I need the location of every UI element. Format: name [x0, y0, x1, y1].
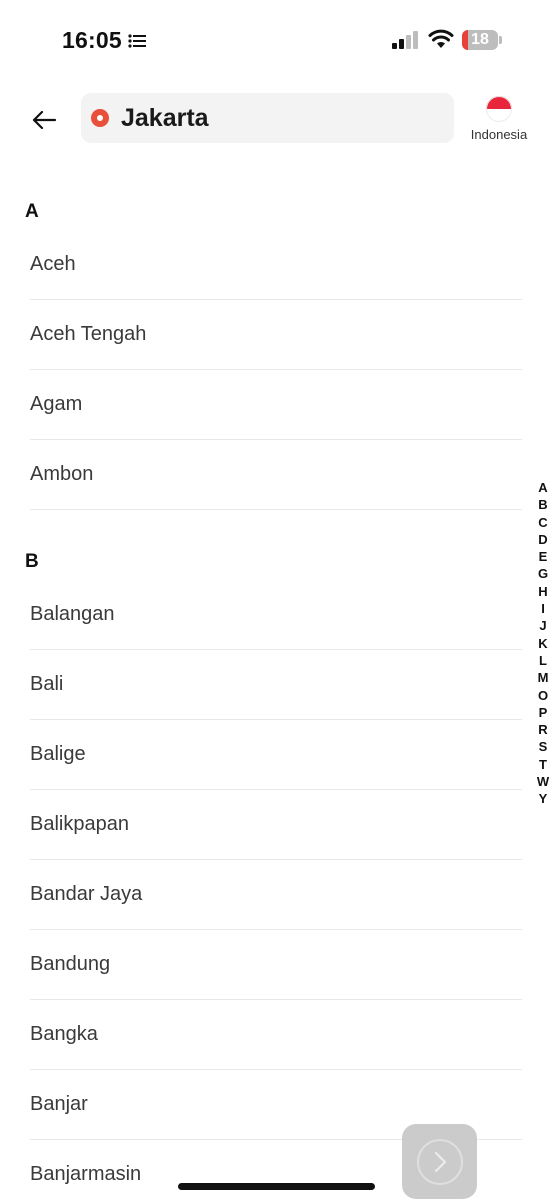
home-indicator: [178, 1183, 375, 1190]
section-b: B Balangan Bali Balige Balikpapan Bandar…: [0, 530, 552, 1200]
index-letter-t[interactable]: T: [539, 756, 547, 773]
country-label: Indonesia: [470, 127, 528, 142]
header: Jakarta Indonesia: [0, 90, 552, 150]
index-letter-g[interactable]: G: [538, 565, 548, 582]
city-list[interactable]: A Aceh Aceh Tengah Agam Ambon B Balangan…: [0, 180, 552, 1200]
screen: 16:05 18 Jakarta Indonesia A Aceh Aceh T…: [0, 0, 552, 1200]
list-item[interactable]: Agam: [30, 370, 522, 440]
index-letter-j[interactable]: J: [539, 617, 546, 634]
list-icon: [128, 34, 146, 48]
index-letter-l[interactable]: L: [539, 652, 547, 669]
list-item[interactable]: Balige: [30, 720, 522, 790]
list-item[interactable]: Bandung: [30, 930, 522, 1000]
battery-level-text: 18: [471, 31, 489, 48]
cellular-signal-icon: [392, 31, 418, 49]
section-header: B: [25, 551, 39, 572]
floating-next-button[interactable]: [402, 1124, 477, 1199]
list-item[interactable]: Ambon: [30, 440, 522, 510]
index-letter-k[interactable]: K: [538, 635, 547, 652]
index-letter-e[interactable]: E: [539, 548, 548, 565]
list-item[interactable]: Bali: [30, 650, 522, 720]
index-letter-r[interactable]: R: [538, 721, 547, 738]
index-letter-w[interactable]: W: [537, 773, 549, 790]
section-header: A: [25, 201, 39, 222]
index-letter-c[interactable]: C: [538, 514, 547, 531]
index-letter-h[interactable]: H: [538, 583, 547, 600]
index-letter-a[interactable]: A: [538, 479, 547, 496]
index-letter-b[interactable]: B: [538, 496, 547, 513]
back-button[interactable]: [22, 98, 66, 142]
indonesia-flag-icon: [486, 96, 512, 122]
alphabet-index[interactable]: A B C D E G H I J K L M O P R S T W Y: [534, 479, 552, 808]
battery-cap: [499, 36, 502, 44]
list-item[interactable]: Bandar Jaya: [30, 860, 522, 930]
index-letter-y[interactable]: Y: [539, 790, 548, 807]
wifi-icon: [428, 29, 454, 48]
arrow-left-icon: [32, 110, 57, 130]
index-letter-m[interactable]: M: [538, 669, 549, 686]
location-search-field[interactable]: Jakarta: [81, 93, 454, 143]
list-item[interactable]: Balikpapan: [30, 790, 522, 860]
next-circle: [416, 1138, 463, 1185]
list-item[interactable]: Aceh: [30, 230, 522, 300]
section-a: A Aceh Aceh Tengah Agam Ambon: [0, 180, 552, 510]
index-letter-o[interactable]: O: [538, 687, 548, 704]
index-letter-i[interactable]: I: [541, 600, 545, 617]
battery-icon: 18: [462, 30, 498, 50]
index-letter-d[interactable]: D: [538, 531, 547, 548]
country-selector-button[interactable]: Indonesia: [466, 96, 532, 148]
index-letter-p[interactable]: P: [539, 704, 548, 721]
location-pin-icon: [91, 109, 109, 127]
list-item[interactable]: Bangka: [30, 1000, 522, 1070]
status-time: 16:05: [62, 27, 122, 53]
chevron-right-icon: [434, 1151, 446, 1172]
status-bar: 16:05 18: [0, 0, 552, 82]
list-item[interactable]: Aceh Tengah: [30, 300, 522, 370]
location-search-value: Jakarta: [121, 103, 209, 132]
index-letter-s[interactable]: S: [539, 738, 548, 755]
list-item[interactable]: Balangan: [30, 580, 522, 650]
